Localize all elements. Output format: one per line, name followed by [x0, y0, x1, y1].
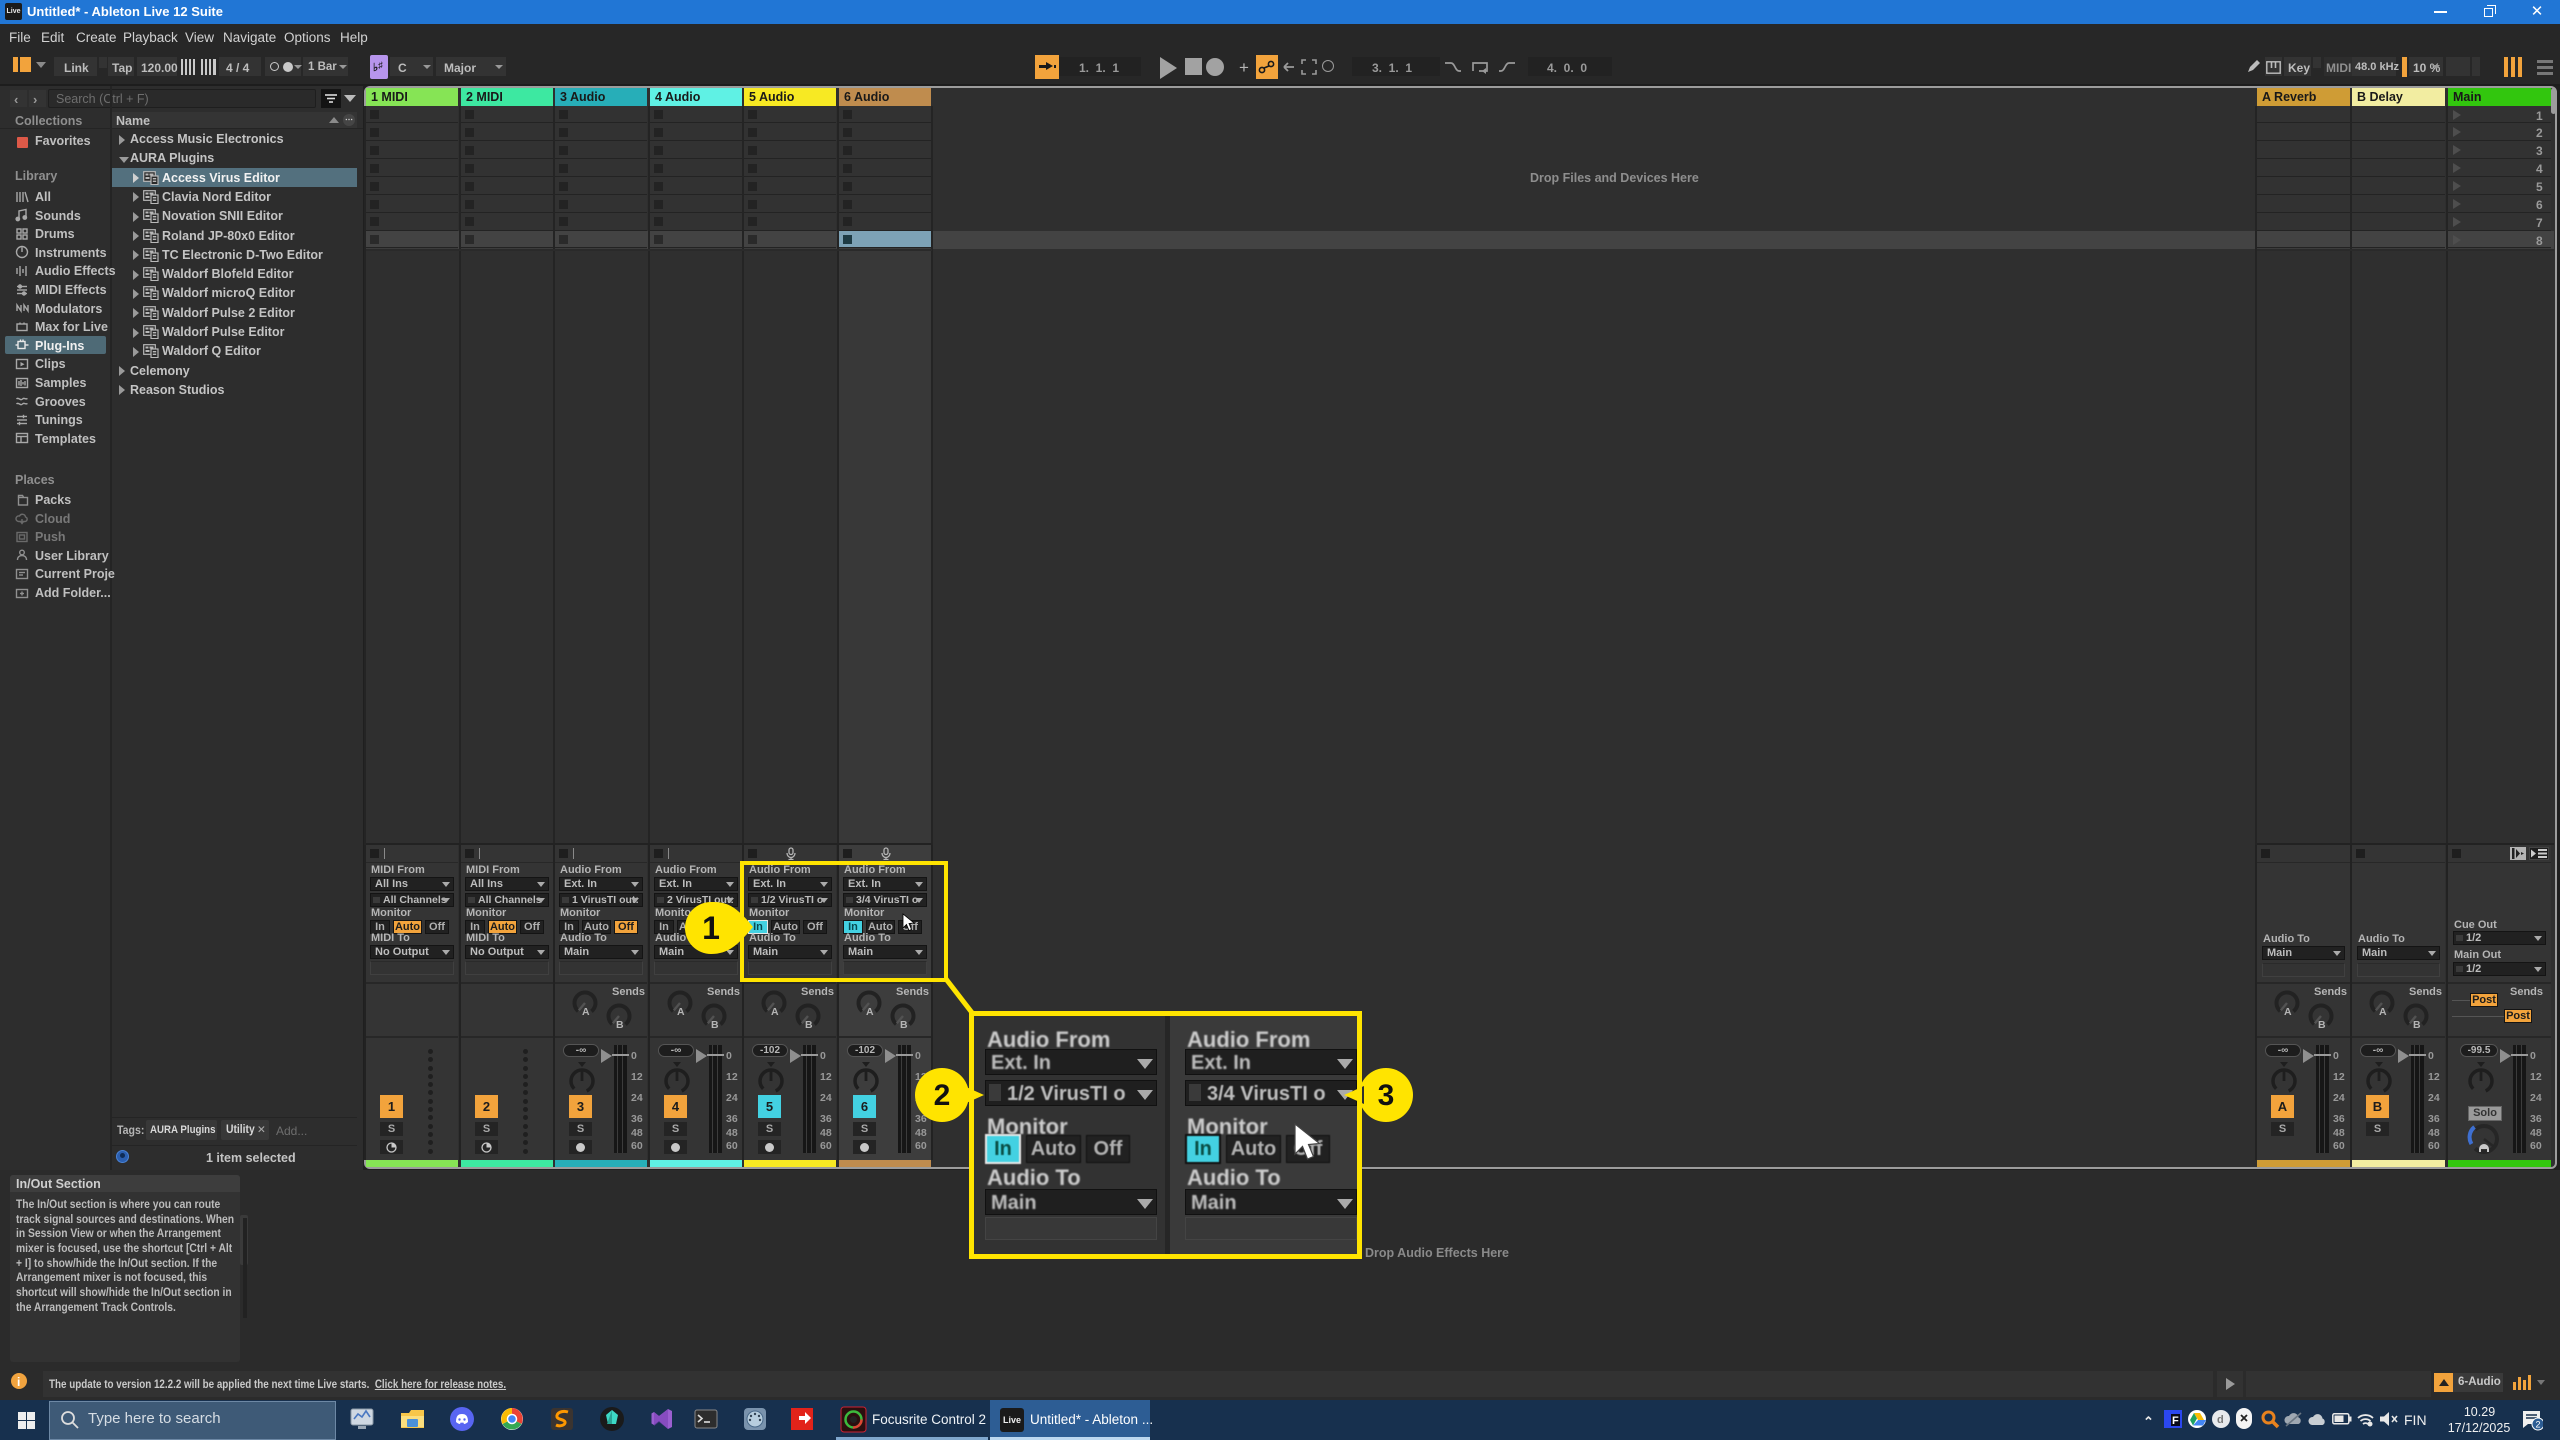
svg-text:1: 1: [702, 910, 720, 946]
svg-text:2: 2: [2535, 1420, 2540, 1430]
svg-text:d: d: [2217, 1414, 2224, 1426]
svg-text:F: F: [2172, 1415, 2179, 1427]
svg-text:3: 3: [1378, 1079, 1395, 1112]
svg-text:2: 2: [934, 1079, 951, 1112]
